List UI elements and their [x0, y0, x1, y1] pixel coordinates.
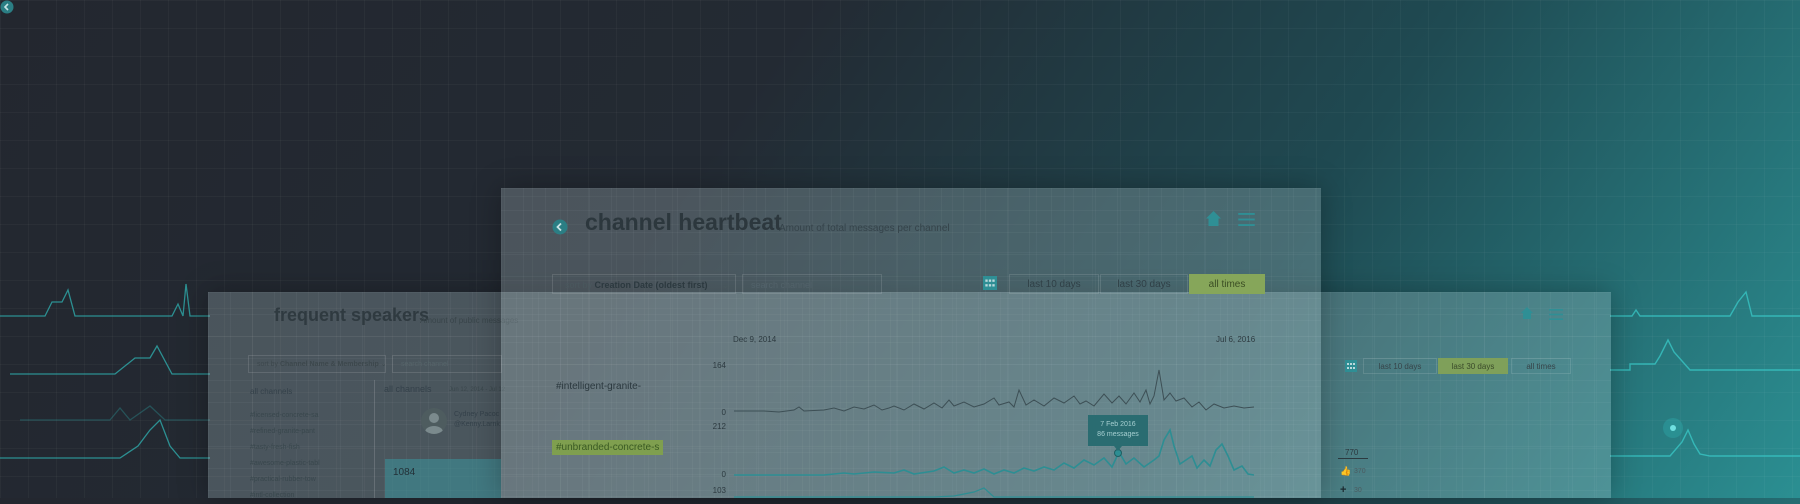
- stats-new: 30: [1354, 487, 1362, 494]
- heartbeat-line-1: [734, 369, 1254, 413]
- range-button-last-10-days[interactable]: last 10 days: [1363, 358, 1437, 374]
- frequent-speakers-title: frequent speakers: [274, 305, 430, 325]
- calendar-icon[interactable]: [1345, 360, 1357, 372]
- search-input[interactable]: search channel: [392, 355, 502, 373]
- heartbeat-line-3: [734, 487, 1254, 498]
- all-channels-label[interactable]: all channels: [250, 387, 292, 396]
- y-max-label: 164: [712, 361, 726, 370]
- count-tile: [385, 459, 501, 498]
- background-heartbeat-right: [1610, 290, 1800, 457]
- tooltip-value: 86 messages: [1097, 431, 1139, 438]
- stats-total: 770: [1345, 448, 1359, 457]
- count-value: 1084: [393, 467, 416, 478]
- list-item[interactable]: #refined-granite-pant: [250, 424, 320, 440]
- channel-list: #licensed-concrete-sa #refined-granite-p…: [250, 408, 320, 504]
- channel-name[interactable]: #intelligent-granite-: [556, 381, 641, 392]
- sort-prefix: sort by: [257, 361, 279, 368]
- chevron-left-icon[interactable]: ‹: [387, 412, 392, 428]
- sort-value: Channel Name & Membership: [279, 361, 379, 368]
- sort-dropdown[interactable]: sort by Channel Name & Membership ⌄: [248, 355, 387, 373]
- range-button-last-30-days[interactable]: last 30 days: [1438, 358, 1508, 374]
- background-heartbeat-left: [0, 283, 210, 459]
- sort-dropdown[interactable]: sort by Creation Date (oldest first) ⌄: [552, 274, 736, 294]
- menu-icon[interactable]: [1549, 309, 1563, 320]
- list-item[interactable]: #practical-rubber-tow: [250, 472, 320, 488]
- plus-icon: +: [1340, 484, 1347, 496]
- chevron-down-icon: ⌄: [380, 361, 387, 368]
- range-button-last-30-days[interactable]: last 30 days: [1100, 274, 1188, 294]
- all-channels-header: all channels: [384, 384, 432, 394]
- sort-value: Creation Date (oldest first): [594, 280, 708, 290]
- range-button-all-times[interactable]: all times: [1511, 358, 1571, 374]
- list-item[interactable]: #tasty-fresh-fish: [250, 440, 320, 456]
- range-button-last-10-days[interactable]: last 10 days: [1009, 274, 1099, 294]
- heartbeat-line-2: [734, 427, 1254, 476]
- chevron-down-icon: ⌄: [721, 280, 729, 290]
- calendar-icon[interactable]: [983, 276, 997, 290]
- page-title: channel heartbeat: [585, 209, 782, 235]
- stats-likes: 370: [1354, 468, 1366, 475]
- list-item[interactable]: #awesome-plastic-tabl: [250, 456, 320, 472]
- list-item[interactable]: #intl-collection: [250, 488, 320, 504]
- tooltip-date: 7 Feb 2016: [1100, 421, 1136, 428]
- menu-icon[interactable]: [1238, 213, 1255, 226]
- range-button-all-times[interactable]: all times: [1189, 274, 1265, 294]
- y-min-label: 0: [721, 408, 726, 417]
- y-max-label: 103: [712, 486, 726, 495]
- date-start: Dec 9, 2014: [733, 335, 777, 344]
- search-input[interactable]: search channel: [742, 274, 882, 294]
- home-icon[interactable]: [1521, 307, 1533, 319]
- thumb-up-icon: 👍: [1340, 466, 1352, 476]
- user-name: Cydney Pacoc: [454, 411, 500, 418]
- sort-prefix: sort by: [565, 280, 593, 290]
- home-icon[interactable]: [1206, 211, 1221, 226]
- channel-name-selected[interactable]: #unbranded-concrete-s: [552, 440, 664, 455]
- back-icon[interactable]: [552, 219, 568, 235]
- divider: [374, 380, 375, 498]
- date-end: Jul 6, 2016: [1216, 335, 1256, 344]
- stats-divider: [1338, 458, 1368, 459]
- y-min-label: 0: [721, 470, 726, 479]
- user-handle: @Kenny.Larnk: [454, 421, 500, 428]
- range-label: Jun 12, 2014 - Jul 12: [449, 387, 506, 393]
- list-item[interactable]: #licensed-concrete-sa: [250, 408, 320, 424]
- page-subtitle: Amount of total messages per channel: [779, 223, 950, 234]
- chart-tooltip: 7 Feb 2016 86 messages: [1088, 415, 1148, 451]
- y-max-label: 212: [712, 422, 726, 431]
- avatar: [421, 408, 447, 434]
